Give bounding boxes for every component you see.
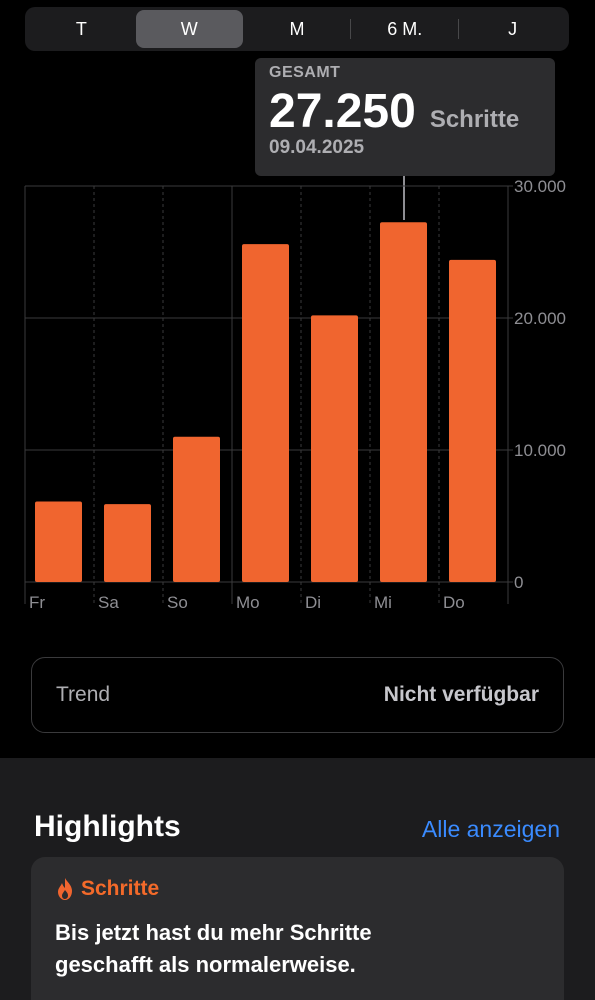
bar (311, 315, 358, 582)
y-tick-label: 10.000 (514, 441, 566, 460)
trend-value: Nicht verfügbar (383, 683, 539, 706)
steps-bar-chart[interactable]: 0 10.000 20.000 30.000 Fr Sa So Mo Di Mi Do (0, 180, 595, 620)
x-tick-label: So (167, 593, 188, 612)
bar (104, 504, 151, 582)
segment-six-months[interactable]: 6 M. (351, 10, 458, 48)
bar (380, 222, 427, 583)
x-tick-label: Mi (374, 593, 392, 612)
y-tick-label: 30.000 (514, 180, 566, 196)
x-tick-label: Fr (29, 593, 45, 612)
segment-year[interactable]: J (459, 10, 566, 48)
flame-icon (58, 878, 72, 900)
segment-day[interactable]: T (28, 10, 135, 48)
bar (449, 259, 496, 582)
x-tick-label: Mo (236, 593, 260, 612)
highlight-card[interactable]: Schritte Bis jetzt hast du mehr Schritte… (31, 857, 564, 1000)
tooltip-label: GESAMT (269, 64, 341, 81)
y-tick-label: 20.000 (514, 309, 566, 328)
highlight-category-label: Schritte (81, 877, 160, 900)
trend-row[interactable]: Trend Nicht verfügbar (31, 657, 564, 733)
highlights-title: Highlights (34, 810, 181, 843)
bar (173, 436, 220, 582)
highlight-category: Schritte (55, 877, 540, 901)
x-tick-label: Di (305, 593, 321, 612)
y-tick-label: 0 (514, 573, 523, 592)
segment-month[interactable]: M (244, 10, 351, 48)
bar (242, 244, 289, 582)
segment-week[interactable]: W (135, 10, 243, 48)
tooltip-unit: Schritte (429, 106, 520, 133)
bar (35, 501, 82, 582)
tooltip-date: 09.04.2025 (269, 137, 365, 158)
x-tick-label: Sa (98, 593, 119, 612)
trend-label: Trend (56, 683, 111, 706)
tooltip-value-row: 27.250 Schritte (269, 84, 541, 139)
highlight-text: Bis jetzt hast du mehr Schritte geschaff… (55, 920, 372, 977)
selection-tooltip: GESAMT 27.250 Schritte 09.04.2025 (255, 58, 555, 176)
time-range-segmented-control: T W M 6 M. J (25, 7, 569, 51)
chart-svg: 0 10.000 20.000 30.000 Fr Sa So Mo Di Mi Do (24, 180, 566, 612)
show-all-link[interactable]: Alle anzeigen (422, 816, 560, 843)
x-tick-label: Do (443, 593, 465, 612)
tooltip-value: 27.250 (269, 85, 416, 138)
